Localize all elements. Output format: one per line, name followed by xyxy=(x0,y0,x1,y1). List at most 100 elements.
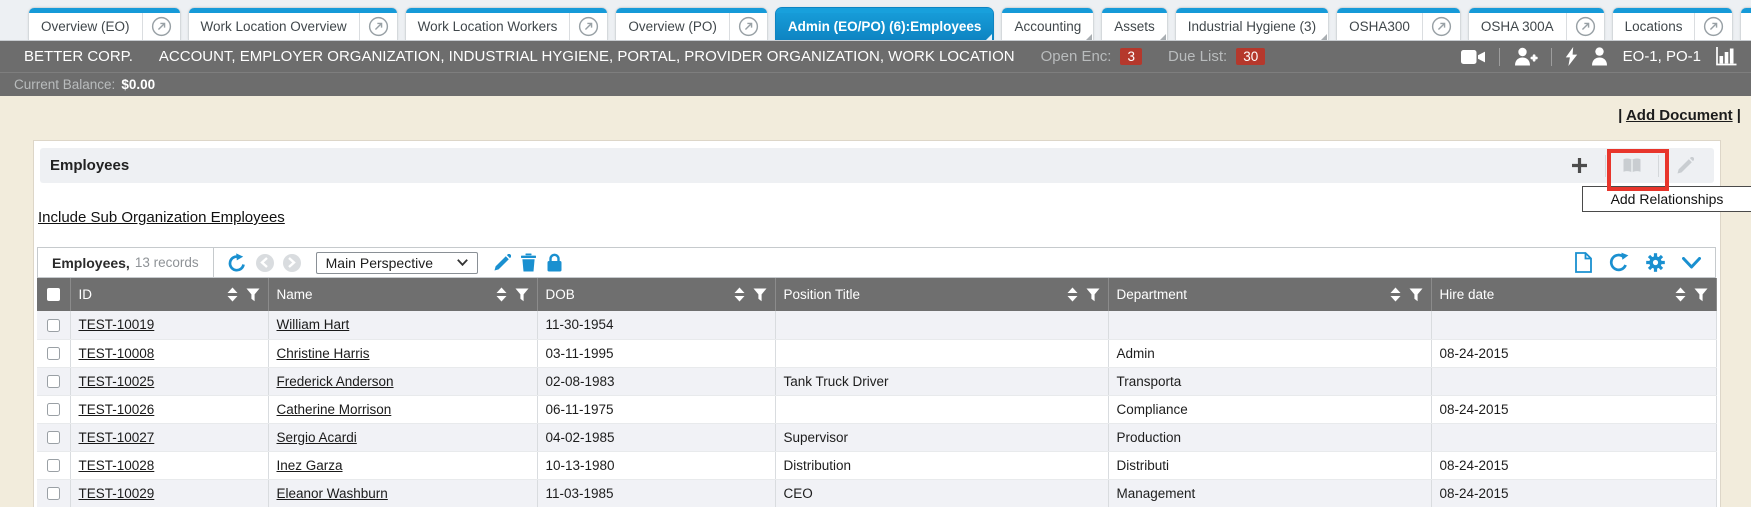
filter-funnel-icon[interactable] xyxy=(1409,288,1423,302)
sort-icon[interactable] xyxy=(1390,287,1401,302)
tab[interactable]: Industrial Hygiene (3) xyxy=(1175,7,1329,40)
filter-funnel-icon[interactable] xyxy=(515,288,529,302)
employee-id-link[interactable]: TEST-10025 xyxy=(79,374,155,389)
pencil-icon xyxy=(1676,157,1694,175)
sort-icon[interactable] xyxy=(227,287,238,302)
tab[interactable]: Admin (EO/PO) (6):Employees xyxy=(775,7,995,40)
column-header[interactable]: Name xyxy=(268,278,537,311)
employee-name-link[interactable]: Inez Garza xyxy=(277,458,343,473)
tab[interactable]: Work Location Workers xyxy=(405,7,609,40)
tab-accent-strip xyxy=(1613,8,1733,13)
person-icon[interactable] xyxy=(1591,47,1608,66)
grid-toolbar-left: Main Perspective xyxy=(214,252,563,274)
edit-button[interactable] xyxy=(1670,157,1700,175)
tab[interactable]: OSHA300 xyxy=(1336,7,1461,40)
undo-button[interactable] xyxy=(227,253,247,273)
cell-dob: 10-13-1980 xyxy=(537,451,775,479)
row-checkbox[interactable] xyxy=(47,431,60,444)
row-checkbox[interactable] xyxy=(47,403,60,416)
cell-dob: 03-11-1995 xyxy=(537,339,775,367)
column-header[interactable]: Hire date xyxy=(1431,278,1716,311)
tab[interactable]: Overview (PO) xyxy=(615,7,768,40)
employee-id-link[interactable]: TEST-10008 xyxy=(79,346,155,361)
row-checkbox[interactable] xyxy=(47,319,60,332)
employee-id-link[interactable]: TEST-10028 xyxy=(79,458,155,473)
pencil-icon xyxy=(493,254,511,272)
tab[interactable]: Work Location Overview xyxy=(188,7,398,40)
row-checkbox[interactable] xyxy=(47,487,60,500)
grid-toolbar-right xyxy=(1575,252,1715,273)
tab[interactable]: Overview (EO) xyxy=(28,7,181,40)
column-header-icons xyxy=(1675,287,1708,302)
add-document-link[interactable]: Add Document xyxy=(1626,107,1733,124)
sort-icon[interactable] xyxy=(734,287,745,302)
delete-perspective-button[interactable] xyxy=(520,253,537,272)
lock-perspective-button[interactable] xyxy=(546,253,563,272)
tab[interactable]: OSHA 300A xyxy=(1468,7,1605,40)
table-body: TEST-10019 William Hart 11-30-1954 TEST-… xyxy=(37,311,1716,507)
row-checkbox[interactable] xyxy=(47,347,60,360)
table-row: TEST-10028 Inez Garza 10-13-1980 Distrib… xyxy=(37,451,1716,479)
next-button[interactable] xyxy=(283,254,301,272)
prev-button[interactable] xyxy=(256,254,274,272)
employee-id-link[interactable]: TEST-10026 xyxy=(79,402,155,417)
employee-name-link[interactable]: Eleanor Washburn xyxy=(277,486,388,501)
perspective-select[interactable]: Main Perspective xyxy=(316,252,478,274)
chevron-right-icon xyxy=(287,257,296,268)
row-checkbox[interactable] xyxy=(47,459,60,472)
employee-name-link[interactable]: Christine Harris xyxy=(277,346,370,361)
sort-icon[interactable] xyxy=(496,287,507,302)
settings-button[interactable] xyxy=(1645,252,1666,273)
add-relationships-button[interactable] xyxy=(1564,156,1594,175)
annotation-highlight-box xyxy=(1607,149,1669,191)
tab[interactable]: Assets xyxy=(1101,7,1168,40)
tab[interactable]: Referred Orders xyxy=(1740,7,1751,40)
filter-funnel-icon[interactable] xyxy=(246,288,260,302)
cell-id: TEST-10029 xyxy=(70,479,268,507)
cell-name: Frederick Anderson xyxy=(268,367,537,395)
tab-accent-strip xyxy=(616,8,767,13)
tab[interactable]: Locations xyxy=(1612,7,1734,40)
video-camera-icon[interactable] xyxy=(1461,49,1486,65)
sort-icon[interactable] xyxy=(1675,287,1686,302)
tab[interactable]: Accounting xyxy=(1001,7,1094,40)
column-header[interactable]: Position Title xyxy=(775,278,1108,311)
sort-icon[interactable] xyxy=(1067,287,1078,302)
include-sub-org-link[interactable]: Include Sub Organization Employees xyxy=(38,209,285,226)
refresh-button[interactable] xyxy=(1608,252,1629,273)
cell-position xyxy=(775,311,1108,339)
open-enc-label: Open Enc: xyxy=(1041,48,1112,65)
tab-menu-fold-icon xyxy=(1086,34,1092,40)
employee-name-link[interactable]: Frederick Anderson xyxy=(277,374,394,389)
bar-chart-icon[interactable] xyxy=(1716,47,1737,66)
column-header[interactable]: DOB xyxy=(537,278,775,311)
filter-funnel-icon[interactable] xyxy=(753,288,767,302)
select-all-checkbox[interactable] xyxy=(47,288,60,301)
employee-name-link[interactable]: William Hart xyxy=(277,317,350,332)
employee-id-link[interactable]: TEST-10027 xyxy=(79,430,155,445)
column-header-label: ID xyxy=(79,287,93,302)
table-row: TEST-10027 Sergio Acardi 04-02-1985 Supe… xyxy=(37,423,1716,451)
employee-name-link[interactable]: Catherine Morrison xyxy=(277,402,392,417)
row-checkbox[interactable] xyxy=(47,375,60,388)
balance-label: Current Balance: xyxy=(14,77,115,92)
company-name: BETTER CORP. xyxy=(24,48,133,65)
gear-icon xyxy=(1645,252,1666,273)
cell-id: TEST-10026 xyxy=(70,395,268,423)
collapse-button[interactable] xyxy=(1682,257,1701,269)
cell-department: Distributi xyxy=(1108,451,1431,479)
filter-funnel-icon[interactable] xyxy=(1086,288,1100,302)
filter-funnel-icon[interactable] xyxy=(1694,288,1708,302)
employee-name-link[interactable]: Sergio Acardi xyxy=(277,430,357,445)
column-header[interactable]: ID xyxy=(70,278,268,311)
add-person-icon[interactable] xyxy=(1513,47,1538,66)
employee-id-link[interactable]: TEST-10019 xyxy=(79,317,155,332)
column-header[interactable]: Department xyxy=(1108,278,1431,311)
tab-menu-fold-icon xyxy=(1160,34,1166,40)
cell-department: Transporta xyxy=(1108,367,1431,395)
lightning-bolt-icon[interactable] xyxy=(1565,47,1578,66)
employee-id-link[interactable]: TEST-10029 xyxy=(79,486,155,501)
new-record-button[interactable] xyxy=(1575,252,1592,273)
edit-perspective-button[interactable] xyxy=(493,254,511,272)
balance-bar: Current Balance: $0.00 xyxy=(0,72,1751,96)
